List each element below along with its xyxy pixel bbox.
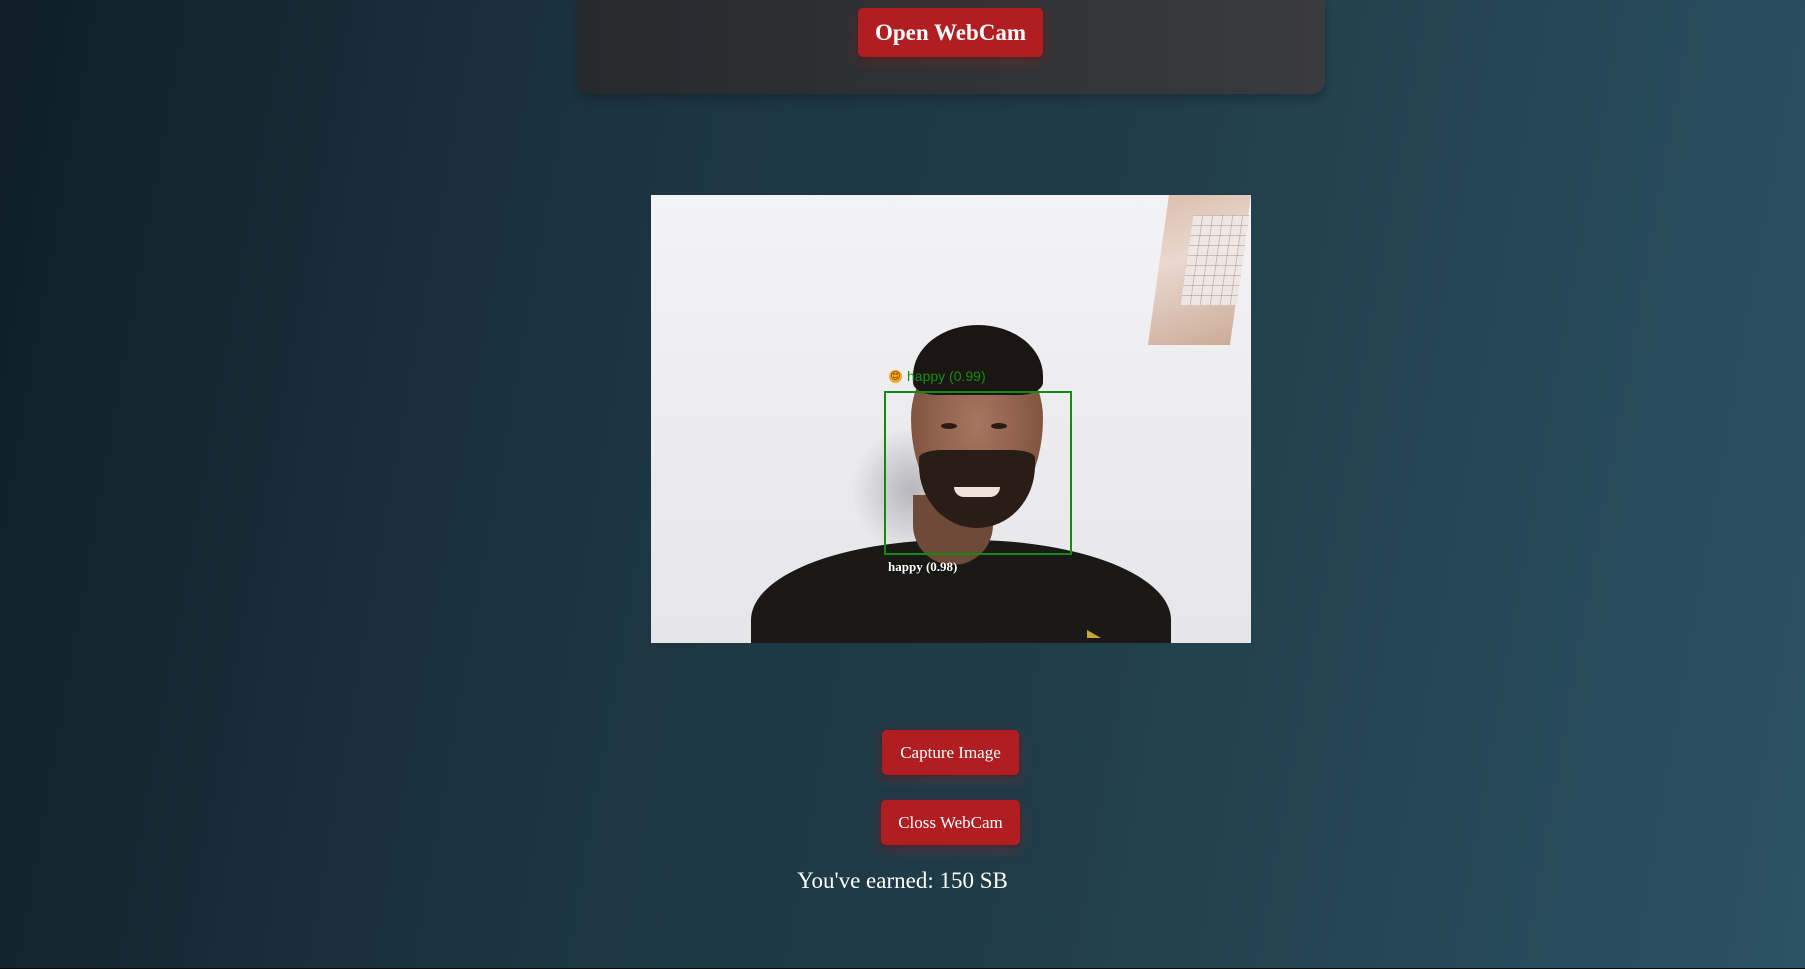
- emotion-label-bottom: happy (0.98): [888, 559, 958, 574]
- smile-emoji-icon: 😊: [889, 370, 902, 383]
- emotion-label-top: happy (0.99): [907, 368, 986, 384]
- person-hair: [913, 325, 1043, 395]
- earned-points-text: You've earned: 150 SB: [797, 868, 1008, 893]
- open-webcam-button[interactable]: Open WebCam: [858, 8, 1043, 57]
- close-webcam-button[interactable]: Closs WebCam: [881, 800, 1020, 845]
- webcam-feed: 😊 happy (0.99) happy (0.98): [651, 195, 1251, 643]
- face-detection-box: [884, 391, 1072, 555]
- capture-image-button[interactable]: Capture Image: [882, 730, 1019, 775]
- background-calendar-grid: [1180, 215, 1250, 305]
